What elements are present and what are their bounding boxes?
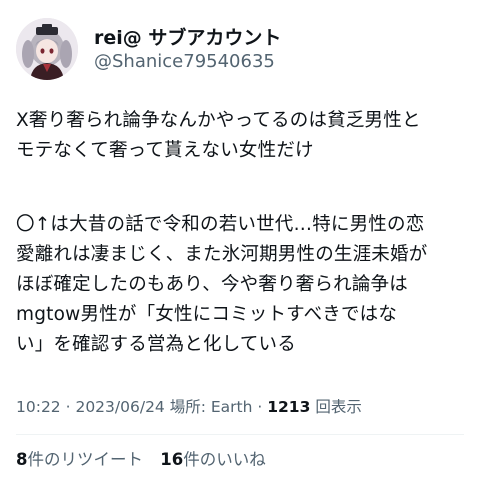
divider (16, 434, 464, 435)
views-label: 回表示 (315, 398, 362, 416)
tweet-line: い」を確認する営為と化している (16, 334, 296, 355)
tweet-stats: 8件のリツイート 16件のいいね (16, 448, 278, 472)
tweet-line: 〇↑は大昔の話で令和の若い世代…特に男性の恋 (16, 214, 425, 235)
tweet-line: モテなくて奢って貰えない女性だけ (16, 140, 314, 161)
views-count[interactable]: 1213 (267, 398, 310, 416)
tweet-date[interactable]: 2023/06/24 (75, 398, 164, 416)
tweet-line: mgtow男性が「女性にコミットすべきではな (16, 304, 398, 325)
tweet-line: X奢り奢られ論争なんかやってるのは貧乏男性と (16, 110, 421, 131)
tweet-line: 愛離れは凄まじく、また氷河期男性の生涯未婚が (16, 244, 428, 265)
likes-count: 16 (160, 450, 184, 469)
tweet-header: rei@ サブアカウント @Shanice79540635 (16, 18, 464, 82)
tweet-line: ほぼ確定したのもあり、今や奢り奢られ論争は (16, 274, 408, 295)
retweets-label: 件のリツイート (27, 450, 143, 469)
display-name[interactable]: rei@ サブアカウント (94, 26, 281, 50)
tweet: rei@ サブアカウント @Shanice79540635 X奢り奢られ論争なん… (0, 0, 480, 486)
tweet-location: 場所: Earth (169, 398, 253, 416)
retweets-stat[interactable]: 8件のリツイート (16, 448, 143, 472)
retweets-count: 8 (16, 450, 28, 469)
user-handle[interactable]: @Shanice79540635 (94, 50, 281, 74)
meta-separator: · (252, 398, 268, 416)
tweet-text: X奢り奢られ論争なんかやってるのは貧乏男性と モテなくて奢って貰えない女性だけ … (16, 106, 464, 360)
tweet-meta: 10:22 · 2023/06/24 場所: Earth · 1213 回表示 (16, 396, 362, 418)
avatar[interactable] (16, 18, 78, 80)
likes-label: 件のいいね (183, 450, 266, 469)
tweet-time[interactable]: 10:22 (16, 398, 61, 416)
likes-stat[interactable]: 16件のいいね (160, 448, 265, 472)
user-names: rei@ サブアカウント @Shanice79540635 (94, 26, 281, 74)
meta-separator: · (60, 398, 76, 416)
